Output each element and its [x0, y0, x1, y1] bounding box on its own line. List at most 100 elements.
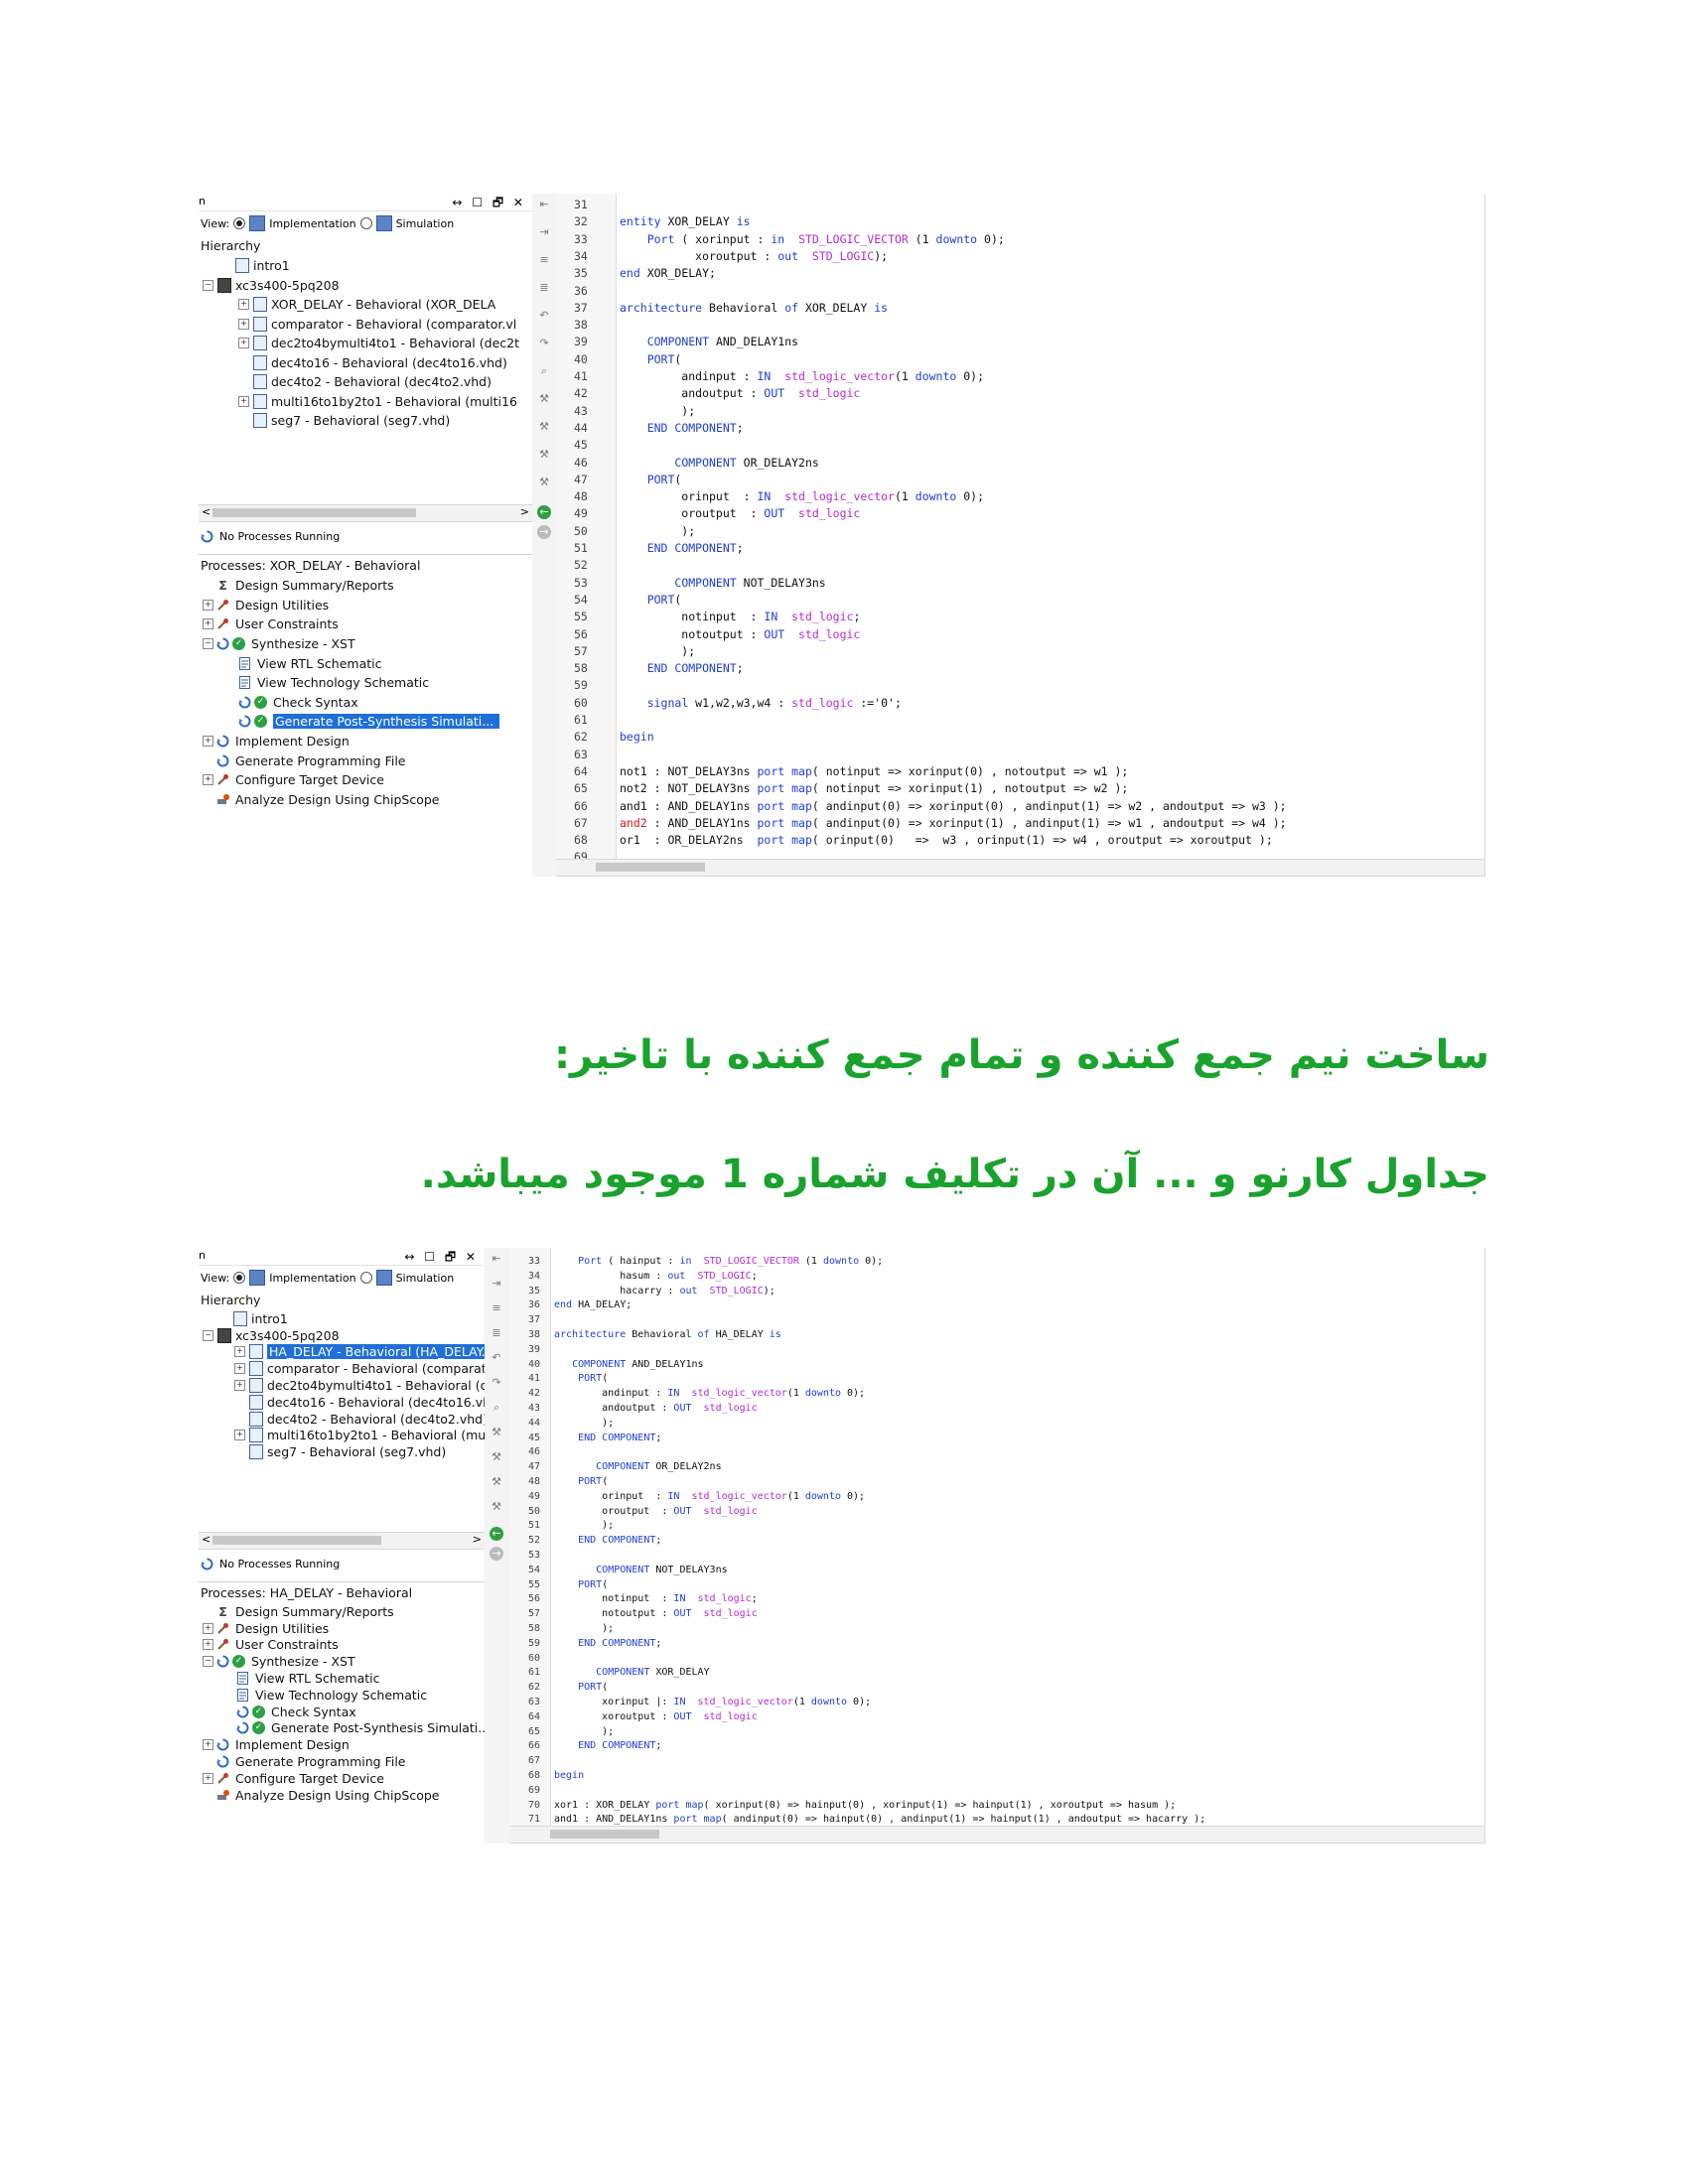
tool-a-icon[interactable]: ⚒ [490, 1451, 503, 1462]
hierarchy-hscrollbar[interactable]: < > [199, 1532, 485, 1550]
undo-icon[interactable]: ↶ [490, 1352, 503, 1363]
expand-toggle-icon[interactable]: + [203, 1772, 213, 1784]
redo-icon[interactable]: ↷ [490, 1377, 503, 1388]
outdent-icon[interactable]: ⇥ [537, 226, 551, 237]
process-item[interactable]: + Design Utilities [199, 596, 532, 615]
hierarchy-item[interactable]: intro1 [199, 256, 532, 276]
process-item[interactable]: + User Constraints [199, 1637, 485, 1654]
go-forward-icon[interactable]: → [537, 525, 551, 539]
hierarchy-item[interactable]: + multi16to1by2to1 - Behavioral (multi16 [199, 1428, 485, 1444]
process-item[interactable]: + Design Utilities [199, 1620, 485, 1637]
hierarchy-item[interactable]: intro1 [199, 1310, 485, 1327]
hierarchy-item[interactable]: − xc3s400-5pq208 [199, 276, 532, 296]
hierarchy-item[interactable]: + dec2to4bymulti4to1 - Behavioral (dec2t [199, 1377, 485, 1394]
expand-toggle-icon[interactable]: + [234, 1430, 245, 1441]
process-item[interactable]: ✓ Generate Post-Synthesis Simulati... [199, 1720, 485, 1737]
process-item[interactable]: + Implement Design [199, 1736, 485, 1753]
hierarchy-item[interactable]: seg7 - Behavioral (seg7.vhd) [199, 411, 532, 431]
simulation-radio[interactable] [359, 1272, 372, 1284]
hierarchy-item[interactable]: dec4to16 - Behavioral (dec4to16.vhd) [199, 1394, 485, 1411]
process-item[interactable]: − ✓ Synthesize - XST [199, 634, 532, 654]
expand-toggle-icon[interactable]: + [203, 599, 213, 611]
hierarchy-item[interactable]: − xc3s400-5pq208 [199, 1327, 485, 1344]
expand-toggle-icon[interactable]: + [203, 1639, 213, 1651]
scroll-right-arrow[interactable]: > [520, 505, 529, 518]
undo-icon[interactable]: ↶ [537, 310, 551, 321]
go-forward-icon[interactable]: → [490, 1547, 503, 1561]
hierarchy-item[interactable]: + multi16to1by2to1 - Behavioral (multi16 [199, 392, 532, 412]
expand-toggle-icon[interactable]: + [238, 338, 249, 349]
find-icon[interactable]: ⌕ [537, 365, 551, 376]
scroll-left-arrow[interactable]: < [202, 505, 211, 518]
process-item[interactable]: + User Constraints [199, 614, 532, 634]
process-item[interactable]: ✓ Generate Post-Synthesis Simulati... [199, 712, 532, 732]
hierarchy-item[interactable]: + HA_DELAY - Behavioral (HA_DELAY. [199, 1344, 485, 1361]
expand-toggle-icon[interactable]: + [234, 1346, 245, 1358]
expand-toggle-icon[interactable]: − [203, 1329, 213, 1341]
scroll-thumb[interactable] [550, 1830, 659, 1839]
scroll-thumb[interactable] [596, 863, 705, 872]
editor-hscrollbar[interactable] [510, 1826, 1484, 1843]
tool-a-icon[interactable]: ⚒ [537, 421, 551, 432]
tool-b-icon[interactable]: ⚒ [490, 1476, 503, 1487]
redo-icon[interactable]: ↷ [537, 338, 551, 348]
hierarchy-item[interactable]: seg7 - Behavioral (seg7.vhd) [199, 1443, 485, 1460]
process-item[interactable]: View RTL Schematic [199, 1670, 485, 1687]
expand-toggle-icon[interactable]: − [203, 1656, 213, 1668]
comment-icon[interactable]: ≡ [490, 1302, 503, 1313]
process-item[interactable]: ✓ Check Syntax [199, 1704, 485, 1720]
scroll-right-arrow[interactable]: > [473, 1533, 482, 1546]
expand-toggle-icon[interactable]: + [238, 318, 249, 330]
indent-icon[interactable]: ⇤ [537, 199, 551, 209]
go-back-icon[interactable]: ← [490, 1527, 503, 1541]
hierarchy-item[interactable]: + comparator - Behavioral (comparator.vl [199, 1360, 485, 1377]
hierarchy-item[interactable]: + dec2to4bymulti4to1 - Behavioral (dec2t [199, 334, 532, 353]
implementation-radio[interactable] [233, 1272, 246, 1284]
expand-toggle-icon[interactable]: − [203, 279, 213, 291]
find-icon[interactable]: ⌕ [490, 1402, 503, 1413]
process-item[interactable]: Σ Design Summary/Reports [199, 1603, 485, 1620]
hierarchy-hscrollbar[interactable]: < > [199, 504, 532, 522]
process-item[interactable]: Generate Programming File [199, 751, 532, 770]
process-item[interactable]: ✓ Check Syntax [199, 693, 532, 713]
wand-icon[interactable]: ⚒ [537, 393, 551, 404]
wand-icon[interactable]: ⚒ [490, 1427, 503, 1437]
indent-icon[interactable]: ⇤ [490, 1253, 503, 1264]
tool-b-icon[interactable]: ⚒ [537, 449, 551, 460]
process-item[interactable]: View Technology Schematic [199, 673, 532, 693]
expand-toggle-icon[interactable]: + [238, 395, 249, 407]
process-item[interactable]: Analyze Design Using ChipScope [199, 1787, 485, 1804]
uncomment-icon[interactable]: ≣ [537, 282, 551, 293]
process-item[interactable]: Σ Design Summary/Reports [199, 576, 532, 596]
expand-toggle-icon[interactable]: − [203, 638, 213, 650]
hierarchy-item[interactable]: dec4to2 - Behavioral (dec4to2.vhd) [199, 372, 532, 392]
window-controls[interactable]: ↔ ☐ 🗗 ✕ [452, 194, 526, 214]
uncomment-icon[interactable]: ≣ [490, 1327, 503, 1338]
expand-toggle-icon[interactable]: + [203, 1622, 213, 1634]
hierarchy-item[interactable]: + comparator - Behavioral (comparator.vl [199, 315, 532, 335]
simulation-radio[interactable] [359, 217, 372, 229]
expand-toggle-icon[interactable]: + [203, 736, 213, 748]
expand-toggle-icon[interactable]: + [238, 299, 249, 311]
hierarchy-item[interactable]: + XOR_DELAY - Behavioral (XOR_DELA [199, 295, 532, 315]
comment-icon[interactable]: ≡ [537, 254, 551, 265]
hierarchy-item[interactable]: dec4to16 - Behavioral (dec4to16.vhd) [199, 353, 532, 373]
window-controls[interactable]: ↔ ☐ 🗗 ✕ [404, 1248, 479, 1269]
process-item[interactable]: + Configure Target Device [199, 770, 532, 790]
go-back-icon[interactable]: ← [537, 505, 551, 519]
process-item[interactable]: View RTL Schematic [199, 653, 532, 673]
tool-c-icon[interactable]: ⚒ [490, 1501, 503, 1512]
hierarchy-item[interactable]: dec4to2 - Behavioral (dec4to2.vhd) [199, 1411, 485, 1428]
expand-toggle-icon[interactable]: + [203, 774, 213, 786]
editor-hscrollbar[interactable] [556, 859, 1484, 877]
process-item[interactable]: Generate Programming File [199, 1753, 485, 1770]
expand-toggle-icon[interactable]: + [203, 618, 213, 630]
code-editor[interactable]: Port ( hainput : in STD_LOGIC_VECTOR (1 … [550, 1248, 1484, 1843]
expand-toggle-icon[interactable]: + [234, 1363, 245, 1375]
outdent-icon[interactable]: ⇥ [490, 1278, 503, 1289]
expand-toggle-icon[interactable]: + [234, 1380, 245, 1392]
tool-c-icon[interactable]: ⚒ [537, 477, 551, 487]
process-item[interactable]: + Implement Design [199, 732, 532, 751]
process-item[interactable]: + Configure Target Device [199, 1770, 485, 1787]
process-item[interactable]: View Technology Schematic [199, 1687, 485, 1704]
